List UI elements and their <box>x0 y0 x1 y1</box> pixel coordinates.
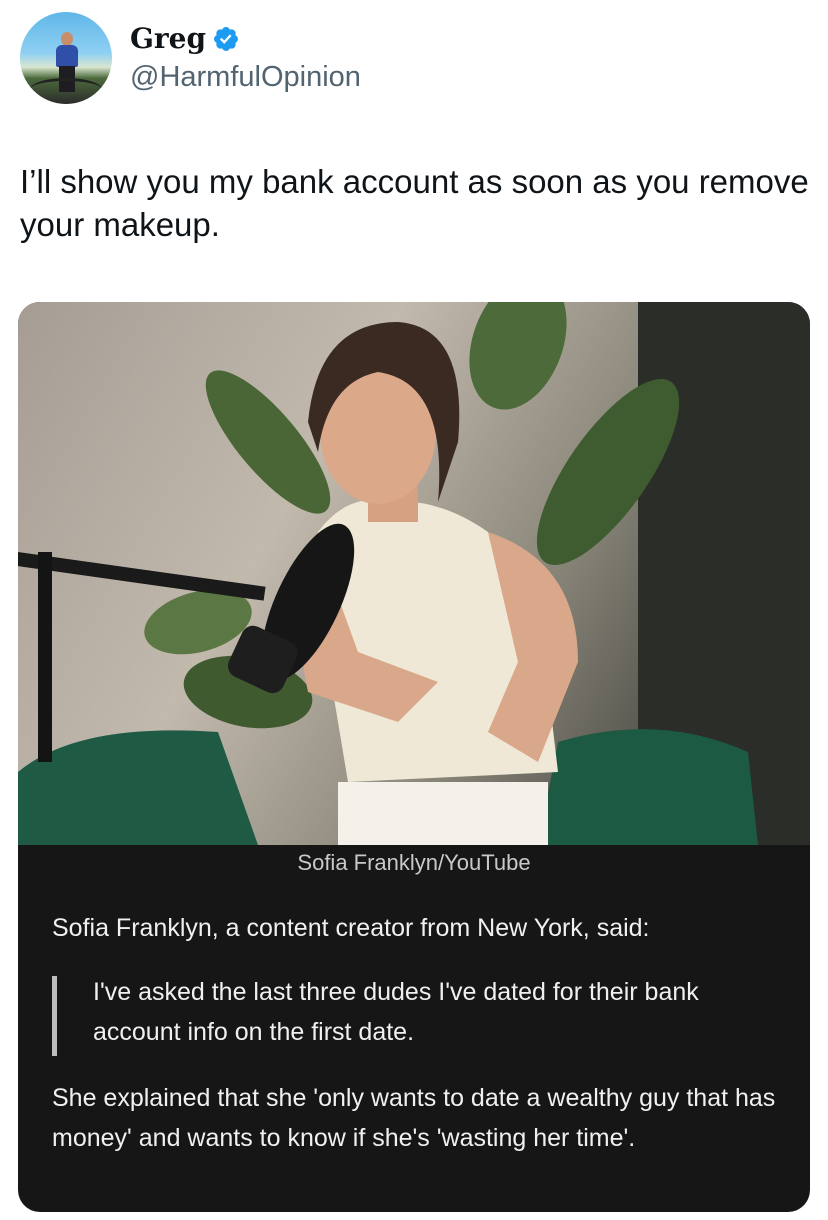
quote-text: I've asked the last three dudes I've dat… <box>93 978 699 1046</box>
tweet-header: Greg @HarmfulOpinion <box>20 12 361 104</box>
article-body: She explained that she 'only wants to da… <box>52 1084 776 1152</box>
article-blockquote: I've asked the last three dudes I've dat… <box>52 972 792 1056</box>
tweet-text: I’ll show you my bank account as soon as… <box>20 163 809 243</box>
author-identity: Greg @HarmfulOpinion <box>130 22 361 94</box>
attached-media-card[interactable]: Sofia Franklyn/YouTube Sofia Franklyn, a… <box>18 302 810 1212</box>
interview-photo[interactable] <box>18 302 810 845</box>
author-name[interactable]: Greg <box>130 22 206 55</box>
quote-bar <box>52 976 57 1056</box>
author-handle[interactable]: @HarmfulOpinion <box>130 61 361 94</box>
verified-badge-icon <box>214 26 239 51</box>
photo-credit: Sofia Franklyn/YouTube <box>297 850 531 875</box>
article-lede: Sofia Franklyn, a content creator from N… <box>52 914 650 942</box>
photo-illustration <box>18 302 810 845</box>
avatar-bike <box>30 78 102 101</box>
avatar[interactable] <box>20 12 112 104</box>
